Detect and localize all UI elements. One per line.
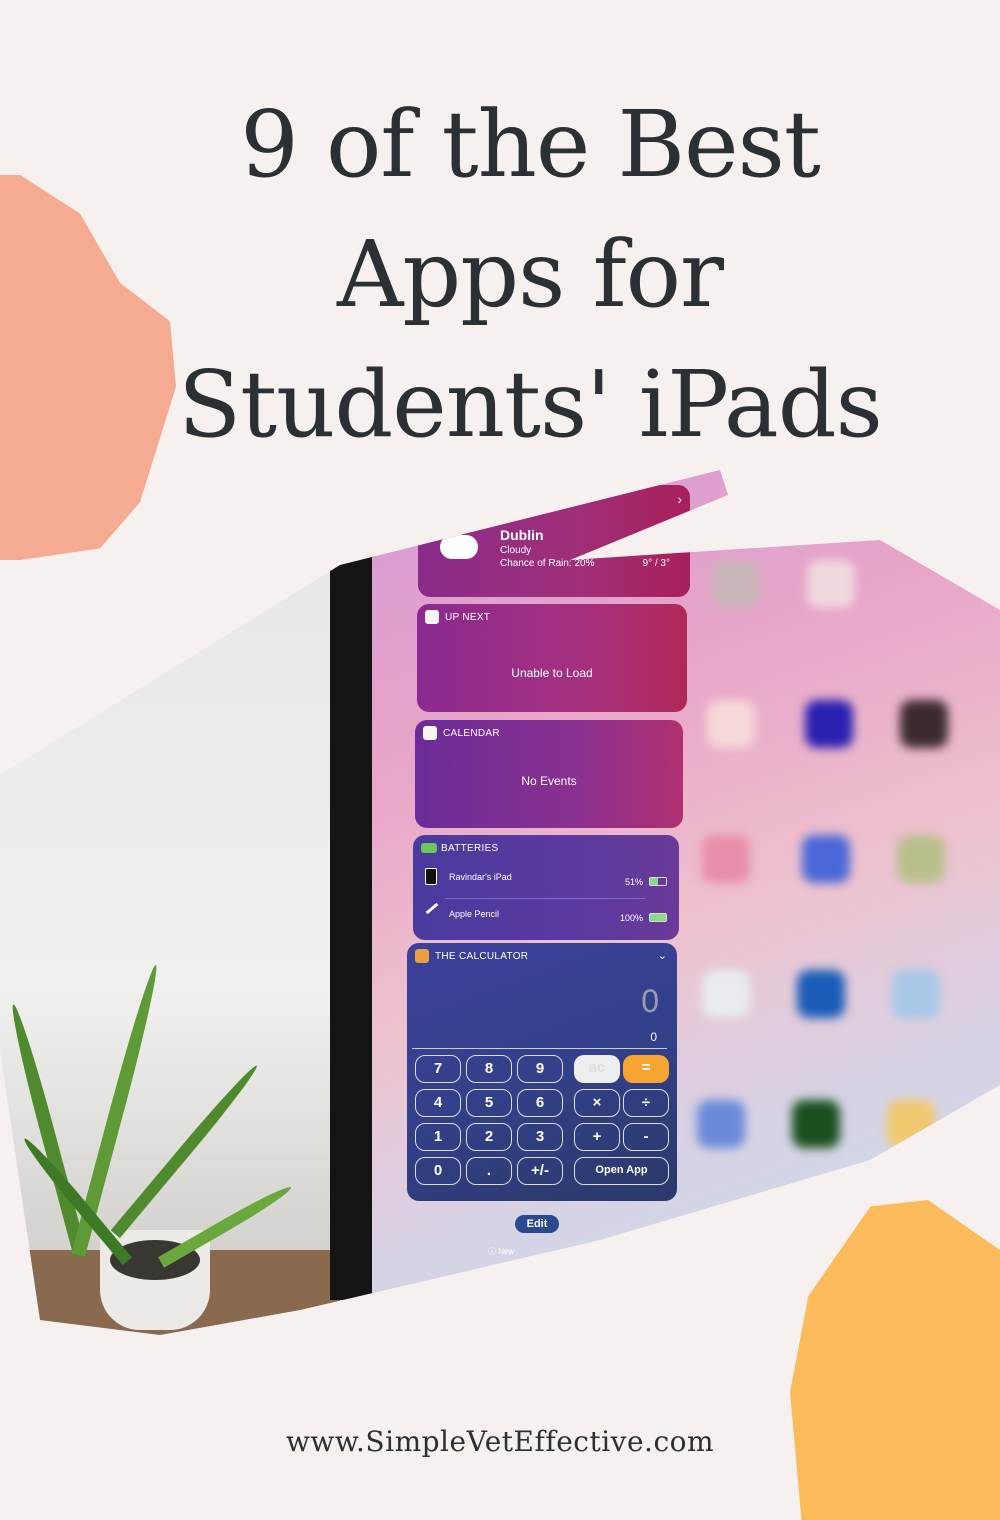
weather-city: Dublin	[500, 527, 544, 543]
edit-button[interactable]: Edit	[515, 1215, 559, 1233]
key-6[interactable]: 6	[517, 1089, 563, 1117]
key-3[interactable]: 3	[517, 1123, 563, 1151]
key-2[interactable]: 2	[466, 1123, 512, 1151]
key-9[interactable]: 9	[517, 1055, 563, 1083]
up-next-message: Unable to Load	[511, 666, 593, 680]
app-icon	[712, 560, 760, 608]
app-icon	[707, 700, 755, 748]
app-icon	[702, 970, 750, 1018]
app-icon	[900, 700, 948, 748]
batteries-header: BATTERIES	[441, 843, 499, 854]
calendar-widget[interactable]: CALENDAR No Events	[415, 720, 683, 828]
battery-level: 51%	[624, 877, 643, 887]
weather-temps: 9° / 3°	[642, 558, 670, 569]
key-equals[interactable]: =	[623, 1055, 669, 1083]
app-icon	[892, 970, 940, 1018]
chevron-right-icon[interactable]: ›	[677, 491, 682, 507]
app-icon	[897, 835, 945, 883]
ipad-icon	[425, 868, 437, 885]
calculator-header: THE CALCULATOR	[435, 951, 529, 962]
calculator-display: 0	[641, 983, 659, 1019]
calendar-icon	[425, 610, 439, 624]
app-icon	[797, 970, 845, 1018]
title-line-3: Students' iPads	[178, 351, 883, 458]
weather-rain: Chance of Rain: 20%	[500, 558, 595, 569]
batteries-widget[interactable]: BATTERIES Ravindar's iPad 51% Apple Penc…	[413, 835, 679, 940]
calendar-header: CALENDAR	[443, 728, 500, 739]
battery-bar	[649, 913, 667, 922]
cloud-icon	[440, 535, 478, 559]
wall	[0, 470, 340, 1335]
key-divide[interactable]: ÷	[623, 1089, 669, 1117]
open-app-button[interactable]: Open App	[574, 1157, 669, 1185]
battery-level: 100%	[619, 913, 643, 923]
weather-condition: Cloudy	[500, 545, 532, 556]
battery-device-name: Ravindar's iPad	[449, 872, 512, 882]
app-icon	[887, 1100, 935, 1148]
title-line-2: Apps for	[336, 221, 724, 328]
calculator-icon	[415, 949, 429, 963]
app-icon	[697, 1100, 745, 1148]
key-add[interactable]: +	[574, 1123, 620, 1151]
app-icon	[807, 560, 855, 608]
battery-icon	[421, 843, 437, 853]
title-line-1: 9 of the Best	[240, 91, 821, 198]
key-plus-minus[interactable]: +/-	[517, 1157, 563, 1185]
app-icon	[702, 835, 750, 883]
key-5[interactable]: 5	[466, 1089, 512, 1117]
new-label: New	[498, 1247, 515, 1256]
up-next-header: UP NEXT	[445, 612, 491, 623]
orange-blob	[790, 1200, 1000, 1520]
app-icon	[802, 835, 850, 883]
key-clear[interactable]: ac	[574, 1055, 620, 1083]
chevron-down-icon[interactable]: ⌄	[658, 949, 667, 962]
battery-bar	[649, 877, 667, 886]
key-subtract[interactable]: -	[623, 1123, 669, 1151]
calculator-widget[interactable]: THE CALCULATOR ⌄ 0 0 7 8 9 4 5 6 1 2 3 0…	[407, 943, 677, 1201]
app-icon	[792, 1100, 840, 1148]
up-next-widget[interactable]: UP NEXT Unable to Load	[417, 604, 687, 712]
pencil-icon	[425, 902, 439, 915]
key-7[interactable]: 7	[415, 1055, 461, 1083]
key-multiply[interactable]: ×	[574, 1089, 620, 1117]
new-notice: ⓘ New	[488, 1247, 515, 1256]
page-title: 9 of the Best Apps for Students' iPads	[0, 80, 1000, 470]
calculator-subdisplay: 0	[650, 1030, 657, 1044]
calendar-message: No Events	[521, 774, 577, 788]
key-1[interactable]: 1	[415, 1123, 461, 1151]
key-4[interactable]: 4	[415, 1089, 461, 1117]
app-icon	[805, 700, 853, 748]
battery-device-name: Apple Pencil	[449, 909, 500, 919]
key-0[interactable]: 0	[415, 1157, 461, 1185]
key-8[interactable]: 8	[466, 1055, 512, 1083]
ipad-bezel	[330, 470, 375, 1300]
key-decimal[interactable]: .	[466, 1157, 512, 1185]
website-url[interactable]: www.SimpleVetEffective.com	[0, 1425, 1000, 1458]
weather-widget[interactable]: Dublin Cloudy Chance of Rain: 20% 9° / 3…	[418, 485, 690, 597]
calendar-icon	[423, 726, 437, 740]
